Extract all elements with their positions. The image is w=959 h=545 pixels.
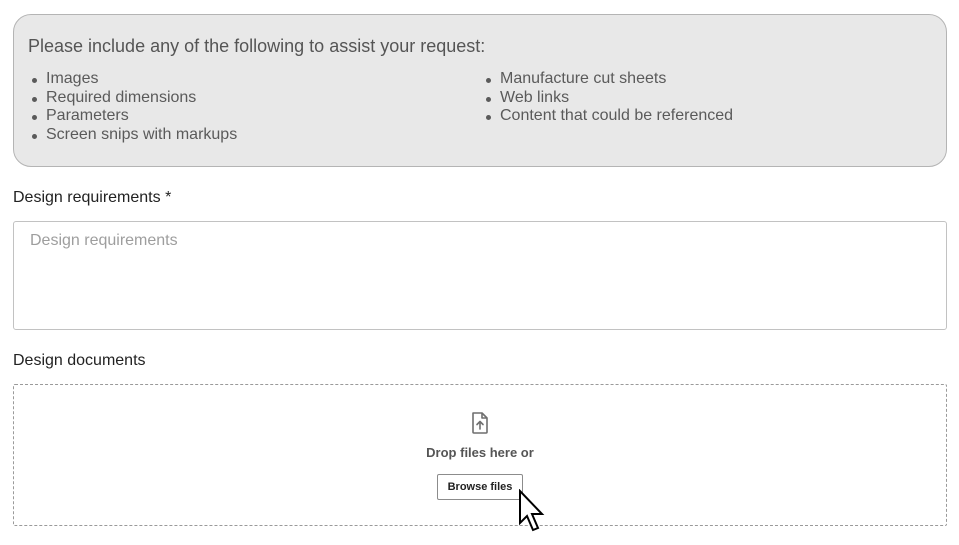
instructions-list-left: Images Required dimensions Parameters Sc… [28, 70, 482, 145]
list-item: Required dimensions [28, 89, 482, 108]
design-requirements-label: Design requirements * [13, 189, 172, 206]
file-upload-icon [472, 412, 488, 434]
design-requirements-input[interactable] [13, 221, 947, 330]
instructions-list-right: Manufacture cut sheets Web links Content… [482, 70, 733, 145]
design-documents-label: Design documents [13, 352, 146, 369]
list-item: Manufacture cut sheets [482, 70, 733, 89]
list-item: Content that could be referenced [482, 107, 733, 126]
instructions-columns: Images Required dimensions Parameters Sc… [28, 70, 932, 145]
instructions-panel: Please include any of the following to a… [13, 14, 947, 167]
list-item: Web links [482, 89, 733, 108]
list-item: Screen snips with markups [28, 126, 482, 145]
file-dropzone[interactable]: Drop files here or Browse files [13, 384, 947, 526]
request-form: Please include any of the following to a… [0, 0, 959, 545]
browse-files-button[interactable]: Browse files [437, 474, 523, 500]
list-item: Images [28, 70, 482, 89]
list-item: Parameters [28, 107, 482, 126]
instructions-title: Please include any of the following to a… [28, 36, 486, 56]
mouse-pointer-icon [519, 489, 545, 532]
drop-files-text: Drop files here or [426, 445, 534, 460]
